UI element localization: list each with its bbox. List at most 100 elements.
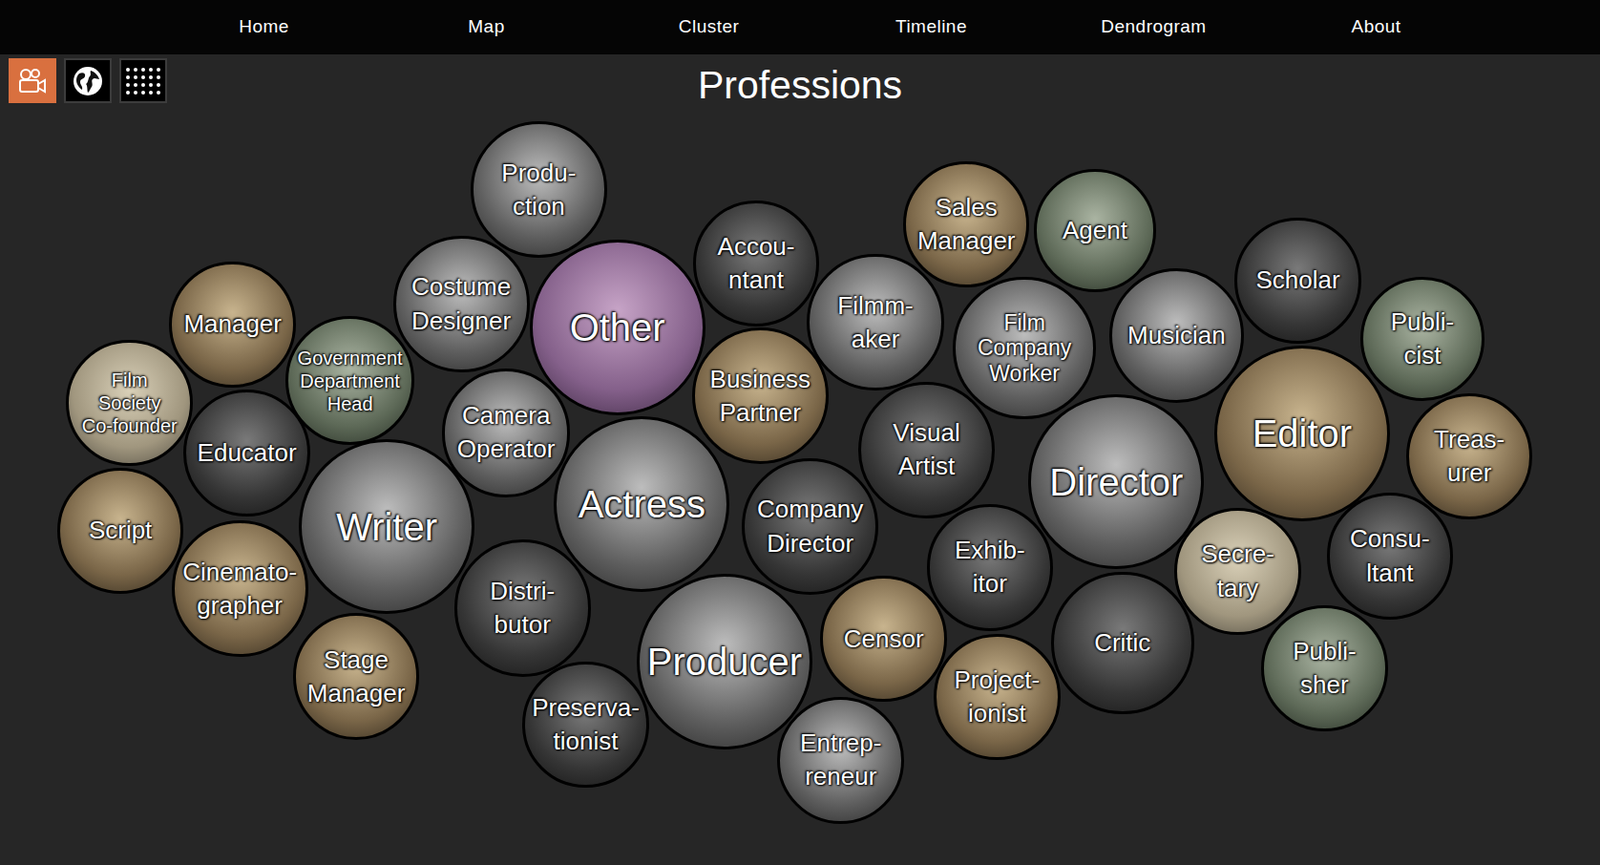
- nav-link[interactable]: Home: [152, 13, 376, 42]
- profession-bubble[interactable]: Educator: [183, 389, 311, 517]
- profession-bubble[interactable]: Writer: [298, 439, 475, 615]
- bubble-label: Company: [977, 335, 1072, 360]
- profession-bubble[interactable]: Exhib-itor: [926, 504, 1054, 632]
- profession-bubble[interactable]: Actress: [553, 416, 730, 592]
- profession-bubble[interactable]: Secre-tary: [1174, 507, 1302, 635]
- view-switcher: [8, 58, 168, 104]
- profession-bubble[interactable]: Censor: [820, 575, 948, 703]
- bubble-label: Business: [710, 362, 812, 397]
- profession-bubble[interactable]: CompanyDirector: [741, 458, 879, 595]
- bubble-label: Exhib-: [954, 533, 1026, 568]
- bubble-label: itor: [972, 567, 1008, 601]
- globe-icon: [71, 64, 105, 98]
- bubble-label: grapher: [196, 589, 283, 623]
- profession-bubble[interactable]: Editor: [1214, 345, 1390, 522]
- bubble-label: Educator: [197, 436, 297, 470]
- profession-bubble[interactable]: Distri-butor: [454, 539, 591, 676]
- bubble-label: Department: [299, 369, 400, 393]
- bubble-label: Cinemato-: [182, 555, 297, 590]
- profession-bubble[interactable]: Treas-urer: [1406, 393, 1534, 521]
- bubble-label: Director: [766, 526, 854, 561]
- bubble-label: ction: [512, 189, 566, 224]
- profession-bubble[interactable]: CostumeDesigner: [393, 235, 530, 373]
- bubble-label: Operator: [457, 432, 556, 466]
- bubble-label: Entrep-: [800, 726, 882, 760]
- bubble-label: Publi-: [1390, 305, 1454, 339]
- view-button[interactable]: [63, 58, 112, 104]
- profession-bubble[interactable]: Agent: [1033, 168, 1157, 292]
- bubble-label: Critic: [1094, 626, 1151, 660]
- profession-bubble[interactable]: Critic: [1051, 571, 1195, 716]
- profession-bubble[interactable]: Accou-ntant: [693, 200, 821, 328]
- profession-bubble[interactable]: Publi-cist: [1360, 276, 1485, 401]
- profession-bubble[interactable]: Script: [57, 467, 185, 595]
- bubble-label: Preserva-: [531, 691, 640, 725]
- bubble-label: Stage: [323, 643, 389, 677]
- bubble-label: Other: [569, 304, 666, 351]
- bubble-label: Artist: [898, 449, 955, 484]
- bubble-label: Visual: [892, 416, 960, 450]
- profession-bubble[interactable]: Consu-ltant: [1326, 492, 1454, 620]
- nav-link[interactable]: Map: [375, 13, 598, 42]
- bubble-label: Writer: [336, 504, 438, 550]
- profession-bubble[interactable]: VisualArtist: [858, 381, 995, 519]
- view-button[interactable]: [119, 58, 168, 104]
- profession-bubble[interactable]: Preserva-tionist: [522, 661, 650, 789]
- nav-link[interactable]: Timeline: [820, 13, 1043, 42]
- profession-bubble[interactable]: Entrep-reneur: [777, 696, 905, 824]
- profession-bubble[interactable]: SalesManager: [903, 161, 1031, 289]
- top-nav: HomeMapClusterTimelineDendrogramAbout: [0, 0, 1600, 55]
- profession-bubble[interactable]: StageManager: [293, 612, 421, 740]
- bubble-label: tary: [1217, 571, 1259, 606]
- profession-bubble[interactable]: Produ-ction: [470, 121, 608, 258]
- view-button[interactable]: [8, 58, 57, 104]
- bubble-label: Film: [1003, 310, 1045, 336]
- bubble-label: Secre-: [1200, 537, 1275, 571]
- profession-bubble[interactable]: Producer: [636, 573, 813, 750]
- camera-icon: [17, 66, 48, 96]
- bubble-label: sher: [1300, 668, 1349, 702]
- bubble-label: Produ-: [501, 156, 576, 190]
- profession-bubble[interactable]: Musician: [1109, 268, 1244, 403]
- bubble-label: Company: [757, 492, 864, 527]
- profession-bubble[interactable]: Other: [529, 239, 706, 416]
- bubble-label: cist: [1404, 338, 1442, 373]
- profession-bubble[interactable]: Manager: [168, 261, 296, 389]
- bubble-label: Manager: [307, 676, 406, 711]
- profession-bubble[interactable]: BusinessPartner: [692, 327, 829, 464]
- bubble-label: Sales: [935, 190, 998, 225]
- profession-bubble[interactable]: CameraOperator: [442, 368, 571, 498]
- profession-bubble[interactable]: Project-ionist: [933, 633, 1061, 761]
- profession-bubble[interactable]: Publi-sher: [1261, 605, 1389, 733]
- bubble-label: Filmm-: [837, 289, 913, 323]
- bubble-label: Head: [327, 392, 374, 416]
- nav-link[interactable]: Cluster: [597, 13, 821, 42]
- bubble-label: ltant: [1366, 556, 1413, 590]
- profession-bubble[interactable]: Scholar: [1234, 217, 1362, 345]
- bubble-label: Film: [111, 368, 148, 392]
- profession-bubble[interactable]: FilmCompanyWorker: [952, 276, 1096, 421]
- bubble-label: Distri-: [489, 574, 555, 609]
- profession-bubble[interactable]: FilmSocietyCo-founder: [65, 339, 193, 467]
- profession-bubble[interactable]: Cinemato-grapher: [171, 520, 309, 657]
- nav-link[interactable]: Dendrogram: [1042, 13, 1265, 42]
- bubble-label: Editor: [1252, 410, 1353, 457]
- bubble-label: Camera: [462, 399, 550, 433]
- bubble-chart: Produ-ctionAccou-ntantSalesManagerAgentS…: [0, 54, 1600, 865]
- bubble-label: Government: [297, 346, 403, 370]
- bubble-label: Manager: [917, 224, 1016, 258]
- bubble-label: Costume: [411, 270, 511, 304]
- profession-bubble[interactable]: Director: [1028, 394, 1204, 570]
- profession-bubble[interactable]: Filmm-aker: [806, 253, 944, 391]
- profession-bubble[interactable]: GovernmentDepartmentHead: [285, 315, 415, 445]
- nav-link[interactable]: About: [1264, 13, 1488, 42]
- bubble-label: urer: [1447, 456, 1492, 490]
- bubble-label: reneur: [804, 759, 877, 794]
- bubble-label: Accou-: [717, 230, 796, 264]
- bubble-label: Director: [1049, 459, 1183, 506]
- bubble-label: Agent: [1062, 213, 1128, 248]
- bubble-label: Consu-: [1349, 522, 1431, 556]
- bubble-label: Treas-: [1433, 422, 1505, 457]
- bubble-label: Designer: [411, 304, 511, 338]
- bubble-label: butor: [494, 608, 551, 642]
